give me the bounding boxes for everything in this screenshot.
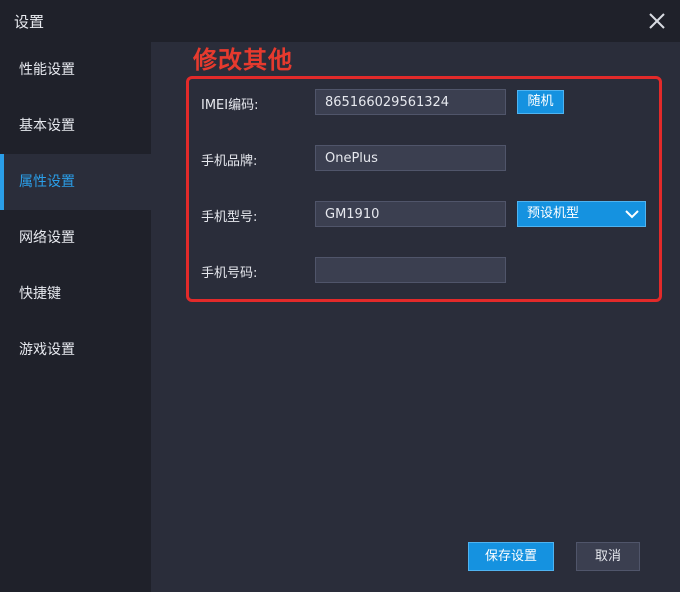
sidebar-item-label: 网络设置 — [19, 230, 75, 246]
settings-dialog: 设置 性能设置 基本设置 属性设置 网络设置 快捷键 游戏设置 修改其他 IME… — [0, 0, 680, 592]
sidebar-item-label: 属性设置 — [19, 174, 75, 190]
annotation-label: 修改其他 — [193, 46, 293, 74]
preset-model-select[interactable]: 预设机型 — [517, 201, 646, 227]
save-button[interactable]: 保存设置 — [468, 542, 554, 571]
sidebar-item-game[interactable]: 游戏设置 — [0, 322, 151, 378]
sidebar-item-properties[interactable]: 属性设置 — [0, 154, 151, 210]
title-bar: 设置 — [0, 0, 680, 42]
sidebar-item-label: 基本设置 — [19, 118, 75, 134]
phone-label: 手机号码: — [201, 266, 258, 281]
cancel-button[interactable]: 取消 — [576, 542, 640, 571]
model-label: 手机型号: — [201, 210, 258, 225]
brand-input[interactable] — [315, 145, 506, 171]
sidebar-item-performance[interactable]: 性能设置 — [0, 42, 151, 98]
imei-input[interactable] — [315, 89, 506, 115]
close-icon — [649, 13, 665, 29]
settings-sidebar: 性能设置 基本设置 属性设置 网络设置 快捷键 游戏设置 — [0, 42, 151, 592]
imei-label: IMEI编码: — [201, 98, 259, 113]
random-button[interactable]: 随机 — [517, 90, 564, 114]
preset-model-selected: 预设机型 — [527, 206, 580, 221]
chevron-down-icon — [625, 210, 639, 219]
sidebar-item-network[interactable]: 网络设置 — [0, 210, 151, 266]
sidebar-item-basic[interactable]: 基本设置 — [0, 98, 151, 154]
sidebar-item-shortcuts[interactable]: 快捷键 — [0, 266, 151, 322]
model-input[interactable] — [315, 201, 506, 227]
brand-label: 手机品牌: — [201, 154, 258, 169]
sidebar-item-label: 性能设置 — [19, 62, 75, 78]
dialog-title: 设置 — [14, 13, 45, 31]
close-button[interactable] — [642, 6, 672, 36]
phone-input[interactable] — [315, 257, 506, 283]
sidebar-item-label: 快捷键 — [19, 286, 61, 302]
sidebar-item-label: 游戏设置 — [19, 342, 75, 358]
